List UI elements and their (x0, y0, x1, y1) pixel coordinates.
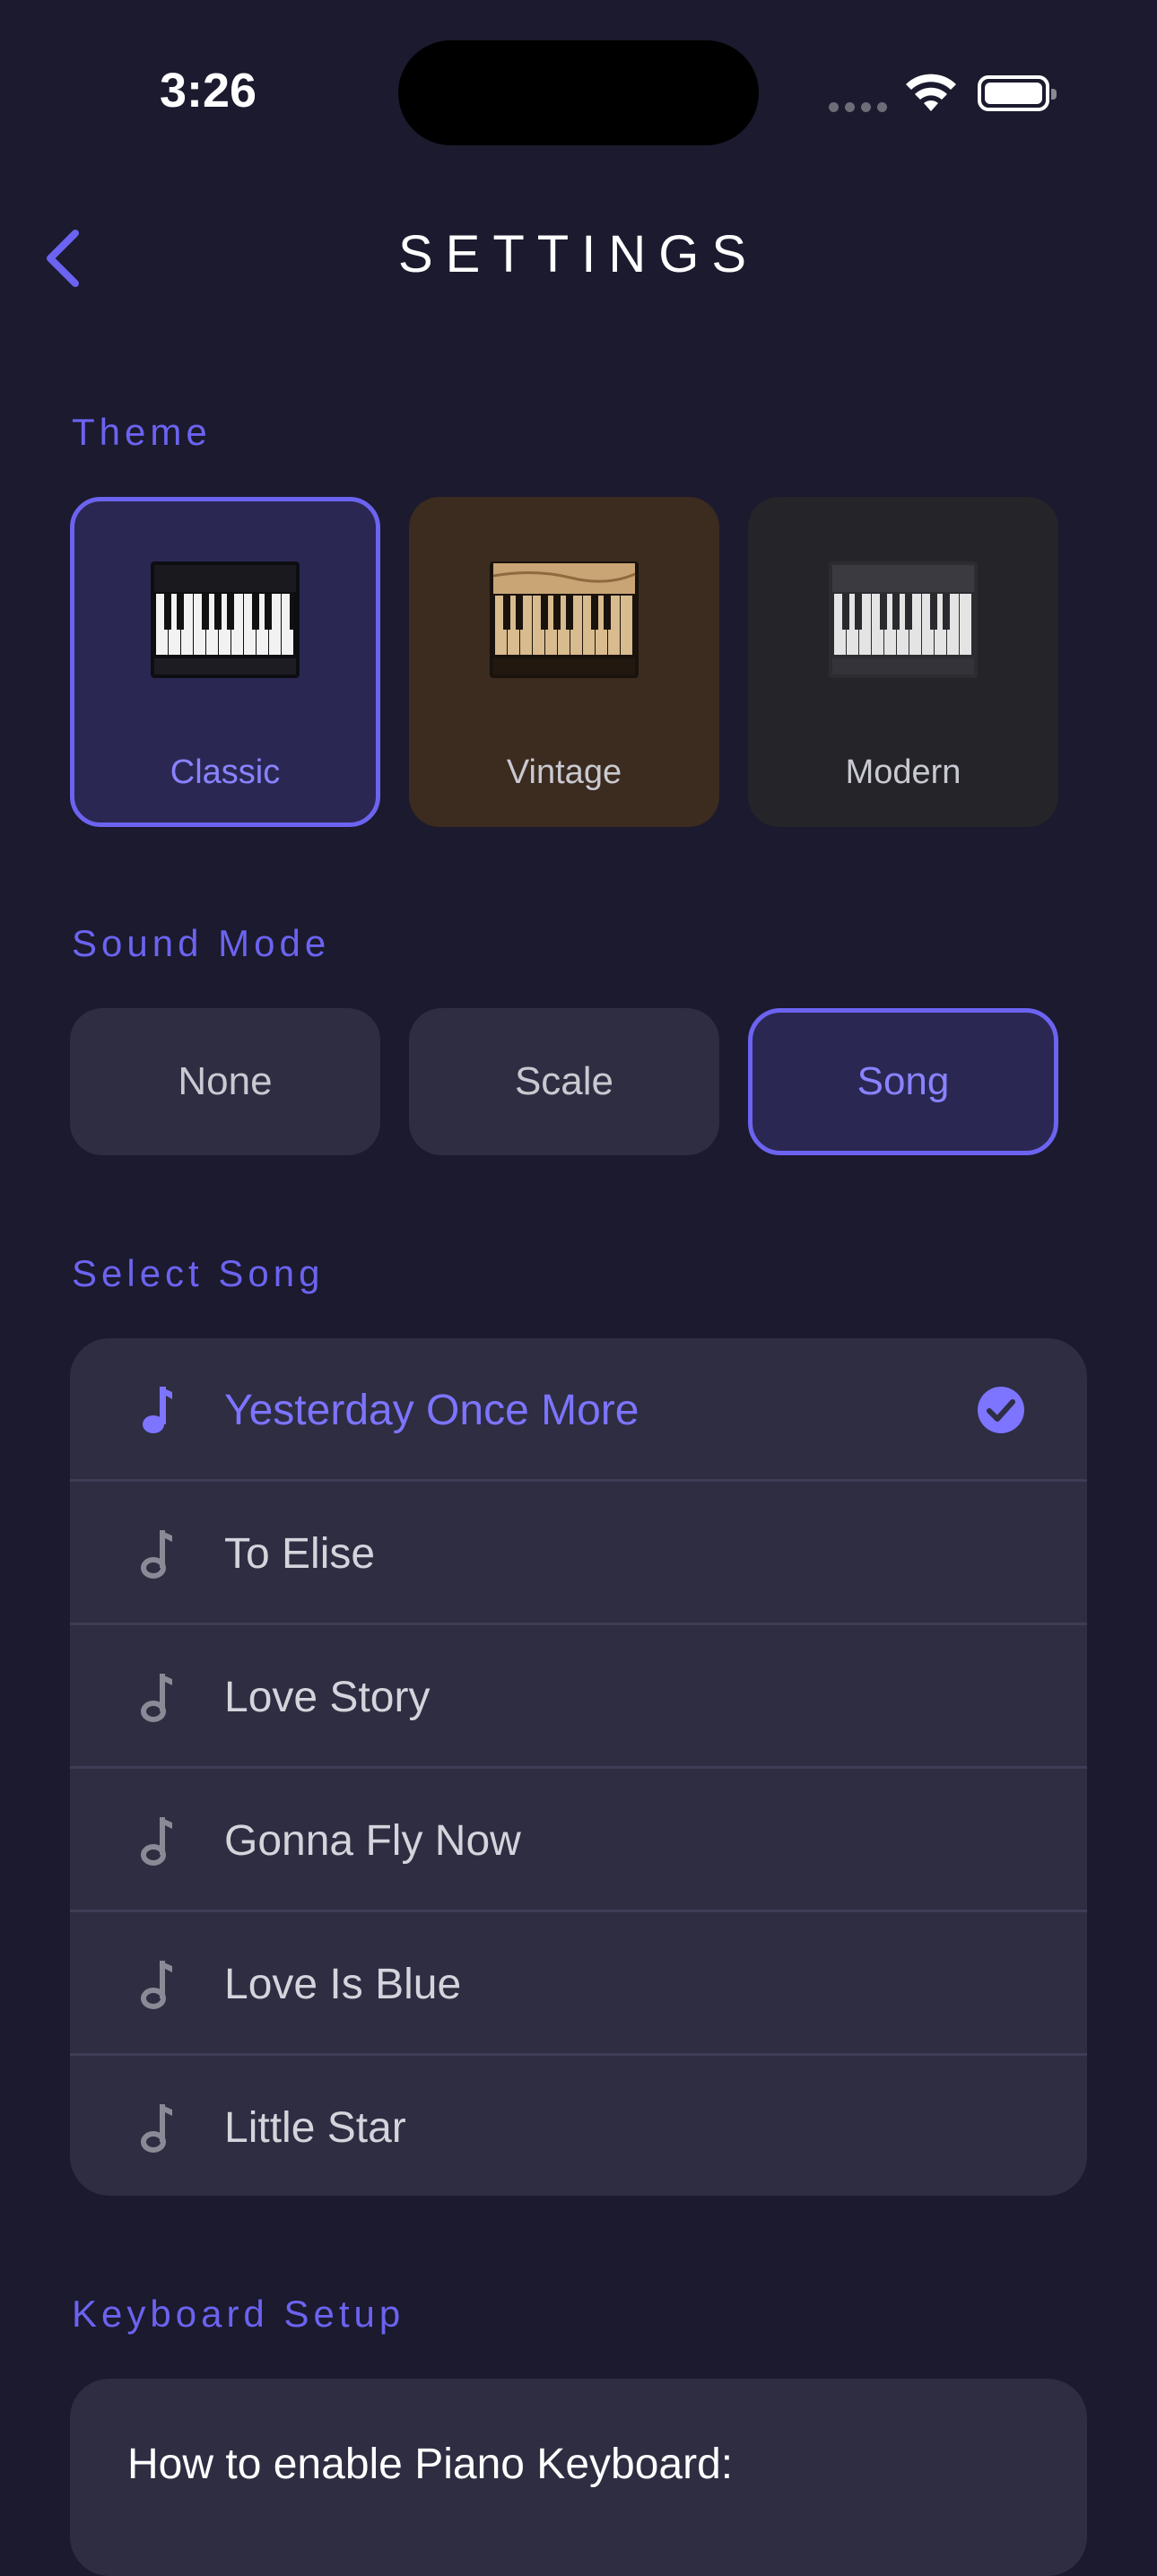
sound-mode-song-button[interactable]: Song (748, 1008, 1058, 1155)
song-list: Yesterday Once More To Elise Love Story … (70, 1338, 1087, 2196)
song-item-gonna-fly-now[interactable]: Gonna Fly Now (70, 1769, 1087, 1912)
sound-mode-none-button[interactable]: None (70, 1008, 380, 1155)
battery-icon (978, 75, 1057, 111)
keyboard-setup-title: How to enable Piano Keyboard: (127, 2441, 734, 2488)
song-title: Little Star (224, 2103, 406, 2152)
song-title: Love Is Blue (224, 1960, 462, 2008)
wifi-icon (906, 74, 956, 111)
theme-vintage-label: Vintage (506, 753, 622, 791)
song-item-little-star[interactable]: Little Star (70, 2056, 1087, 2196)
select-song-section-label: Select Song (72, 1252, 325, 1294)
music-note-icon (141, 2104, 172, 2153)
song-title: To Elise (224, 1529, 376, 1578)
song-item-love-is-blue[interactable]: Love Is Blue (70, 1912, 1087, 2056)
song-title: Love Story (224, 1673, 431, 1721)
music-note-icon (141, 1674, 172, 1722)
sound-mode-scale-button[interactable]: Scale (409, 1008, 719, 1155)
sound-mode-section-label: Sound Mode (72, 922, 331, 964)
classic-piano-thumbnail (151, 561, 300, 678)
cellular-signal-icon (829, 99, 893, 116)
keyboard-setup-card: How to enable Piano Keyboard: (70, 2379, 1087, 2576)
theme-classic-label: Classic (170, 753, 281, 791)
song-title: Gonna Fly Now (224, 1816, 521, 1865)
theme-section-label: Theme (72, 411, 212, 453)
song-title: Yesterday Once More (224, 1386, 639, 1434)
dynamic-island (398, 40, 759, 145)
song-item-to-elise[interactable]: To Elise (70, 1482, 1087, 1625)
status-time: 3:26 (160, 64, 257, 117)
checkmark-circle-icon (978, 1387, 1024, 1433)
theme-option-classic[interactable]: Classic (70, 497, 380, 827)
song-item-love-story[interactable]: Love Story (70, 1625, 1087, 1769)
theme-option-modern[interactable]: Modern (748, 497, 1058, 827)
theme-modern-label: Modern (845, 753, 961, 791)
vintage-piano-thumbnail (490, 561, 639, 678)
music-note-icon (141, 1817, 172, 1866)
song-item-yesterday-once-more[interactable]: Yesterday Once More (70, 1338, 1087, 1482)
music-note-icon (141, 1530, 172, 1579)
music-note-icon (143, 1387, 172, 1433)
modern-piano-thumbnail (829, 561, 978, 678)
keyboard-setup-section-label: Keyboard Setup (72, 2293, 405, 2335)
theme-option-vintage[interactable]: Vintage (409, 497, 719, 827)
page-title: SETTINGS (397, 225, 760, 283)
music-note-icon (141, 1961, 172, 2009)
